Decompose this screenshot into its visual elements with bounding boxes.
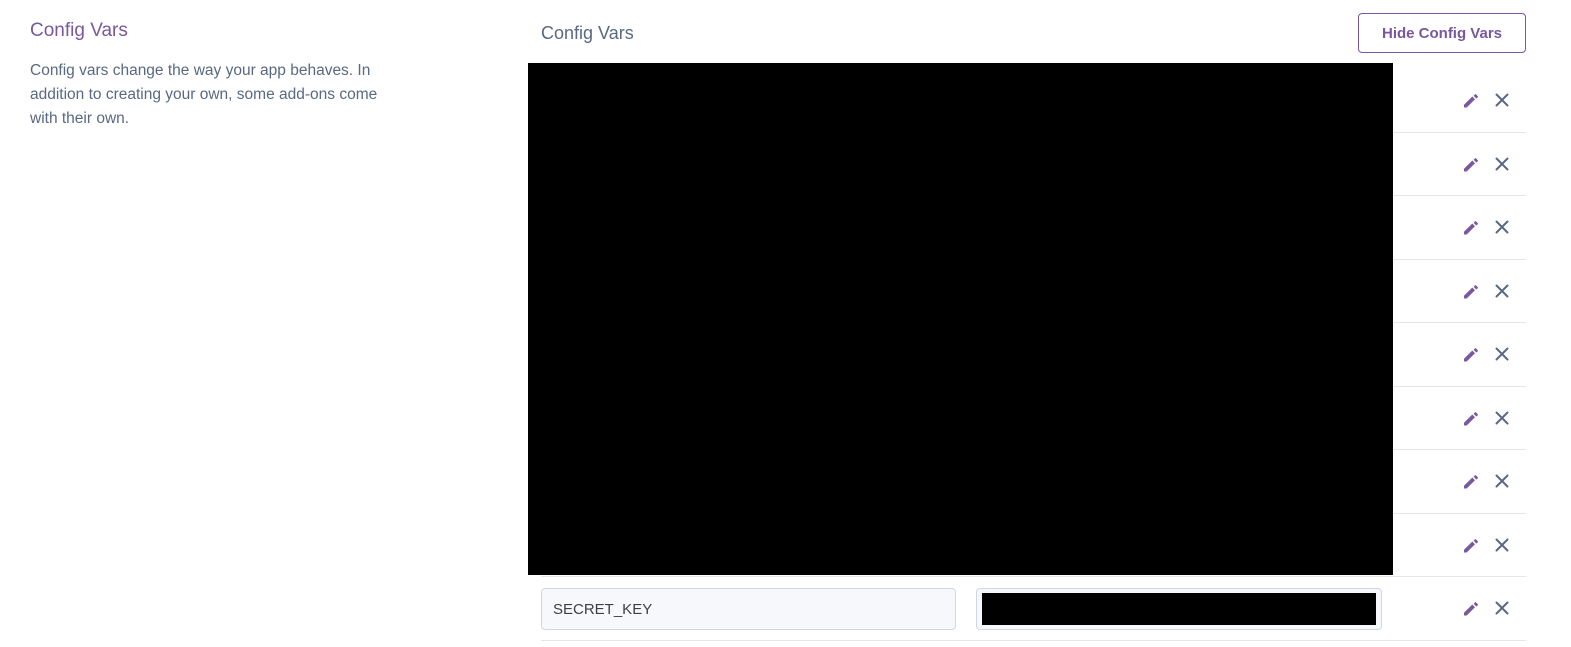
row-actions [1461,408,1512,428]
section-heading: Config Vars [30,20,128,41]
config-var-value-input[interactable] [976,588,1382,630]
panel-title: Config Vars [541,23,634,43]
row-actions [1461,90,1512,110]
row-actions [1461,154,1512,174]
config-vars-page: Config Vars Config vars change the way y… [0,0,1571,647]
pencil-icon[interactable] [1461,281,1481,301]
pencil-icon[interactable] [1461,344,1481,364]
pencil-icon[interactable] [1461,471,1481,491]
row-actions [1461,281,1512,301]
row-actions [1461,535,1512,555]
pencil-icon[interactable] [1461,408,1481,428]
close-icon[interactable] [1492,217,1512,237]
close-icon[interactable] [1492,535,1512,555]
row-actions [1461,344,1512,364]
pencil-icon[interactable] [1461,154,1481,174]
close-icon[interactable] [1492,408,1512,428]
pencil-icon[interactable] [1461,217,1481,237]
pencil-icon[interactable] [1461,90,1481,110]
close-icon[interactable] [1492,90,1512,110]
close-icon[interactable] [1492,598,1512,618]
redaction-block [528,63,1393,575]
config-var-key-input[interactable] [541,588,956,630]
pencil-icon[interactable] [1461,535,1481,555]
close-icon[interactable] [1492,471,1512,491]
row-actions [1461,598,1512,618]
row-actions [1461,217,1512,237]
section-description: Config vars change the way your app beha… [30,62,378,127]
config-var-row [541,577,1526,641]
value-redaction [982,593,1376,625]
hide-config-vars-button[interactable]: Hide Config Vars [1358,13,1526,53]
close-icon[interactable] [1492,281,1512,301]
row-actions [1461,471,1512,491]
close-icon[interactable] [1492,154,1512,174]
close-icon[interactable] [1492,344,1512,364]
pencil-icon[interactable] [1461,598,1481,618]
